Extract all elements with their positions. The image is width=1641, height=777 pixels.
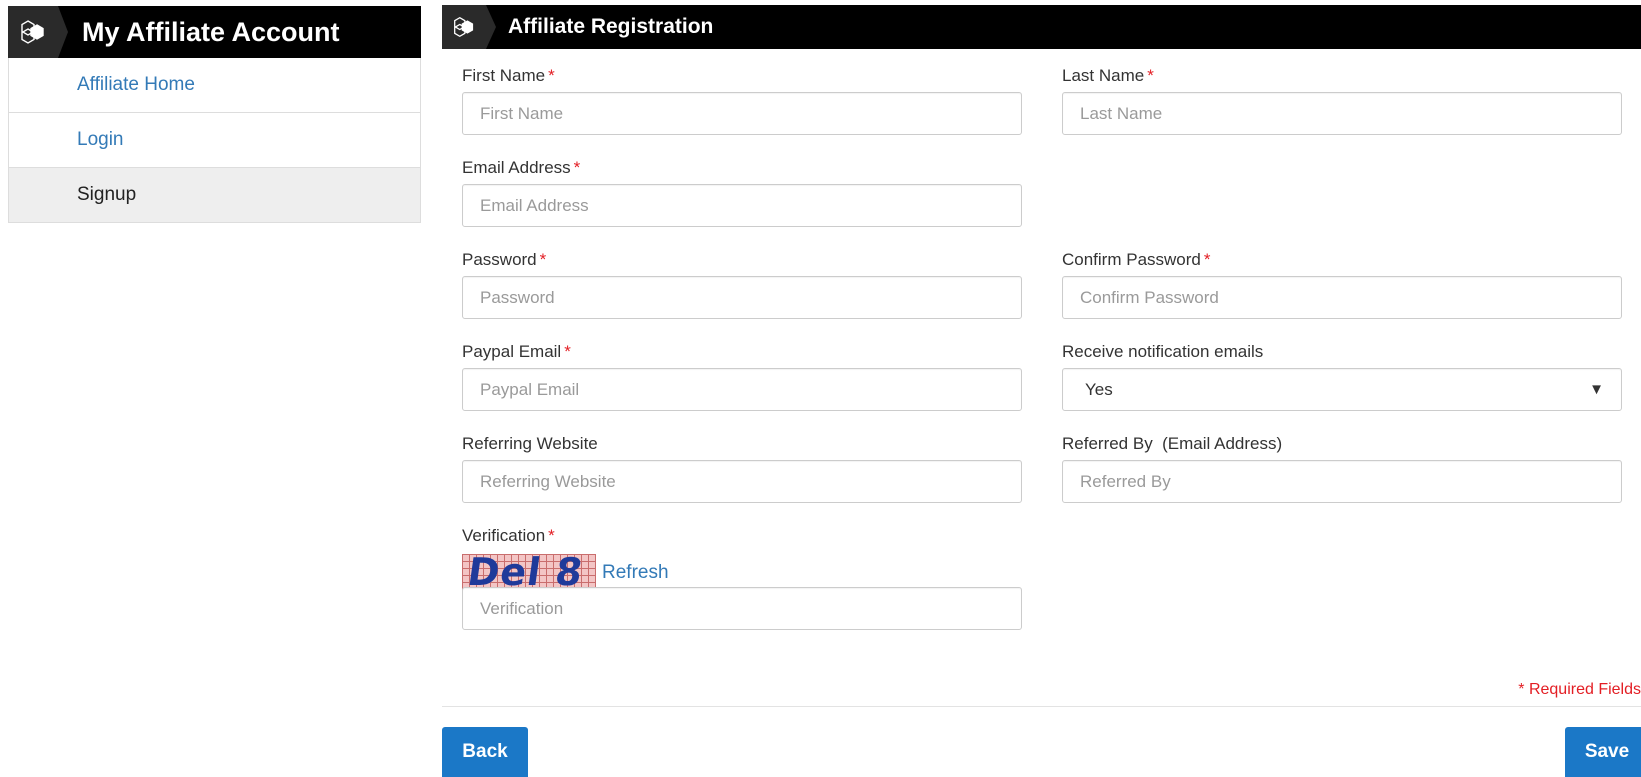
verification-input-group: Verification <box>462 583 1022 630</box>
referred-by-input[interactable]: Referred By <box>1062 460 1622 503</box>
password-label: Password * <box>462 250 547 269</box>
page-title: Affiliate Registration <box>508 15 714 38</box>
last-name-group: Last Name * Last Name <box>1062 64 1622 135</box>
captcha-refresh-link[interactable]: Refresh <box>602 562 669 584</box>
required-fields-note: * Required Fields <box>1518 681 1641 698</box>
password-group: Password * Password <box>462 248 1022 319</box>
back-button[interactable]: Back <box>442 727 528 777</box>
registration-panel: Affiliate Registration First Name * First… <box>442 5 1641 777</box>
password-input[interactable]: Password <box>462 276 1022 319</box>
confirm-password-label: Confirm Password * <box>1062 250 1211 269</box>
first-name-label: First Name * <box>462 66 555 85</box>
last-name-label: Last Name * <box>1062 66 1154 85</box>
email-input[interactable]: Email Address <box>462 184 1022 227</box>
sidebar-item-affiliate-home[interactable]: Affiliate Home <box>9 58 420 112</box>
email-label: Email Address * <box>462 158 581 177</box>
caret-down-icon: ▼ <box>1589 381 1604 398</box>
email-group: Email Address * Email Address <box>462 156 1022 227</box>
divider <box>442 706 1641 707</box>
notifications-group: Receive notification emails Yes ▼ <box>1062 340 1622 411</box>
verification-label-group: Verification * <box>462 524 1022 548</box>
notifications-label: Receive notification emails <box>1062 342 1264 361</box>
first-name-group: First Name * First Name <box>462 64 1022 135</box>
referring-website-label: Referring Website <box>462 434 598 453</box>
referred-by-group: Referred By (Email Address) Referred By <box>1062 432 1622 503</box>
sidebar-header: My Affiliate Account <box>8 6 421 58</box>
panel-header: Affiliate Registration <box>442 5 1641 49</box>
sidebar-item-login[interactable]: Login <box>9 112 420 167</box>
verification-label: Verification * <box>462 526 555 545</box>
sidebar: My Affiliate Account Affiliate Home Logi… <box>8 6 421 223</box>
verification-input[interactable]: Verification <box>462 587 1022 630</box>
referred-by-label: Referred By (Email Address) <box>1062 434 1283 453</box>
paypal-email-label: Paypal Email * <box>462 342 571 361</box>
notifications-value: Yes <box>1085 379 1113 399</box>
last-name-input[interactable]: Last Name <box>1062 92 1622 135</box>
sidebar-menu: Affiliate Home Login Signup <box>8 58 421 223</box>
sidebar-title: My Affiliate Account <box>82 16 340 47</box>
hexagon-logo-icon <box>442 5 496 49</box>
confirm-password-input[interactable]: Confirm Password <box>1062 276 1622 319</box>
referring-website-group: Referring Website Referring Website <box>462 432 1022 503</box>
referring-website-input[interactable]: Referring Website <box>462 460 1022 503</box>
paypal-email-input[interactable]: Paypal Email <box>462 368 1022 411</box>
first-name-input[interactable]: First Name <box>462 92 1022 135</box>
notifications-select[interactable]: Yes ▼ <box>1062 368 1622 411</box>
sidebar-item-signup[interactable]: Signup <box>9 167 420 222</box>
confirm-password-group: Confirm Password * Confirm Password <box>1062 248 1622 319</box>
paypal-email-group: Paypal Email * Paypal Email <box>462 340 1022 411</box>
hexagon-logo-icon <box>8 6 68 58</box>
save-button[interactable]: Save <box>1565 727 1641 777</box>
